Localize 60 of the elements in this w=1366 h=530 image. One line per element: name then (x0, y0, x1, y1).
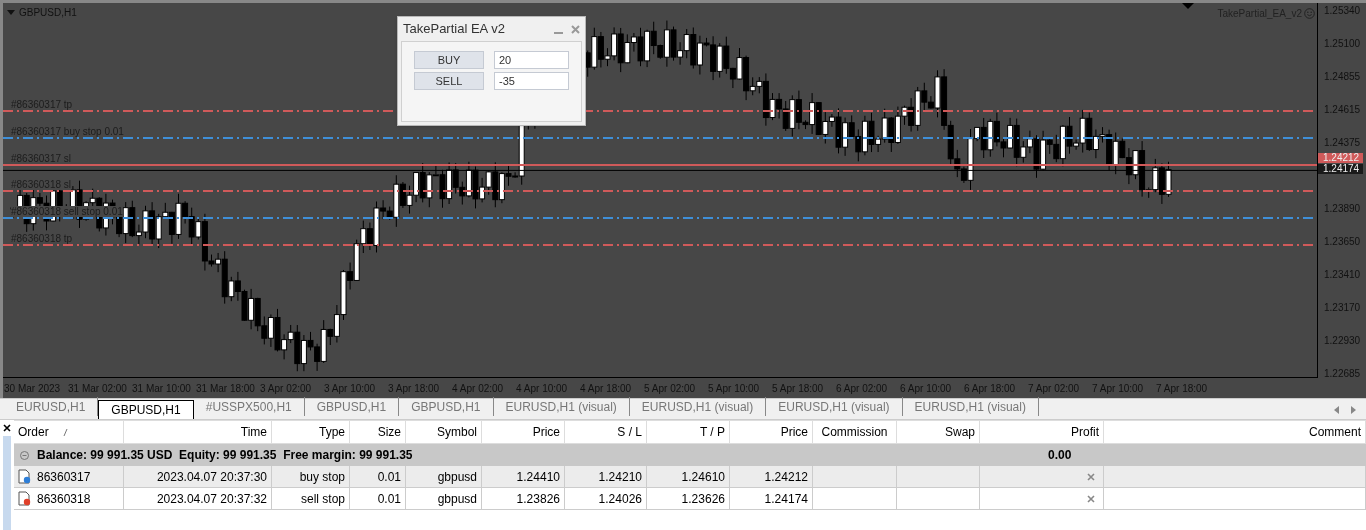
close-icon[interactable] (3, 424, 11, 432)
table-cell-text: 1.24174 (764, 490, 808, 508)
table-cell-text: gbpusd (437, 490, 477, 508)
chart-tab[interactable]: EURUSD,H1 (visual) (493, 397, 630, 416)
delete-icon[interactable] (1087, 472, 1095, 481)
table-cell-text: 1.24210 (598, 468, 642, 486)
table-cell-text: 1.23626 (681, 490, 725, 508)
dropdown-icon[interactable] (7, 10, 15, 15)
chart-tab[interactable]: GBPUSD,H1 (304, 397, 400, 416)
column-header[interactable]: Time (124, 421, 272, 443)
chart-tab[interactable]: EURUSD,H1 (visual) (629, 397, 767, 416)
table-cell-text: 1.24026 (598, 490, 642, 508)
delete-icon[interactable] (1087, 494, 1095, 503)
column-header[interactable]: Swap (897, 421, 980, 443)
column-header[interactable]: T / P (647, 421, 730, 443)
column-header[interactable]: Profit (980, 421, 1104, 443)
table-cell-text: sell stop (300, 490, 345, 508)
table-cell-text: 1.24610 (681, 468, 725, 486)
table-cell-text: 0.01 (377, 490, 401, 508)
scroll-right-icon[interactable] (1351, 406, 1356, 414)
table-cell-text: 1.23826 (516, 490, 560, 508)
value-field[interactable]: -35 (494, 72, 569, 90)
collapse-icon[interactable] (20, 450, 29, 460)
sort-icon (62, 428, 68, 436)
table-cell-text: 2023.04.07 20:37:32 (156, 490, 267, 508)
table-cell-text: 2023.04.07 20:37:30 (156, 468, 267, 486)
column-header[interactable]: Price (482, 421, 565, 443)
account-summary: Balance: 99 991.35 USD Equity: 99 991.35 Free margin: 99 991.35 (37, 447, 413, 464)
column-header[interactable]: Commission (813, 421, 897, 443)
chart-tab[interactable]: GBPUSD,H1 (399, 397, 494, 416)
table-cell-text: gbpusd (437, 468, 477, 486)
chart-tab[interactable]: EURUSD,H1 (visual) (902, 397, 1039, 416)
column-header[interactable]: Size (350, 421, 406, 443)
price-tag: 1.24174 (1318, 164, 1363, 174)
order-button[interactable]: BUY (414, 51, 484, 69)
order-button[interactable]: SELL (414, 72, 484, 90)
table-cell-text: buy stop (299, 468, 345, 486)
chart-tab[interactable]: GBPUSD,H1 (98, 400, 194, 419)
table-cell-text: 0.01 (377, 468, 401, 486)
table-cell-text: 86360317 (37, 468, 91, 486)
column-header[interactable]: Comment (1104, 421, 1366, 443)
panel-title: TakePartial EA v2 (403, 20, 505, 39)
table-cell-text: 1.24410 (516, 468, 560, 486)
shift-marker-icon (1182, 3, 1194, 9)
chart-tab[interactable]: #USSPX500,H1 (193, 397, 305, 416)
table-cell-text: 86360318 (37, 490, 91, 508)
scroll-left-icon[interactable] (1334, 406, 1339, 414)
table-cell-text: 1.24212 (764, 468, 808, 486)
value-field[interactable]: 20 (494, 51, 569, 69)
column-header[interactable]: Symbol (406, 421, 482, 443)
column-header[interactable]: Type (272, 421, 350, 443)
chart-tab[interactable]: EURUSD,H1 (visual) (766, 397, 903, 416)
column-header[interactable]: Order (14, 421, 124, 443)
order-row[interactable]: 86360318 2023.04.07 20:37:32 sell stop 0.01 gbpusd 1.23826 1.24026 1.23626 1.24174 (14, 488, 1366, 510)
column-header[interactable]: Price (730, 421, 813, 443)
order-row[interactable]: 86360317 2023.04.07 20:37:30 buy stop 0.01 gbpusd 1.24410 1.24210 1.24610 1.24212 (14, 466, 1366, 488)
price-tag: 1.24212 (1318, 153, 1363, 163)
column-header[interactable]: S / L (565, 421, 647, 443)
total-profit: 0.00 (1048, 447, 1073, 464)
smiley-icon (1304, 8, 1315, 19)
